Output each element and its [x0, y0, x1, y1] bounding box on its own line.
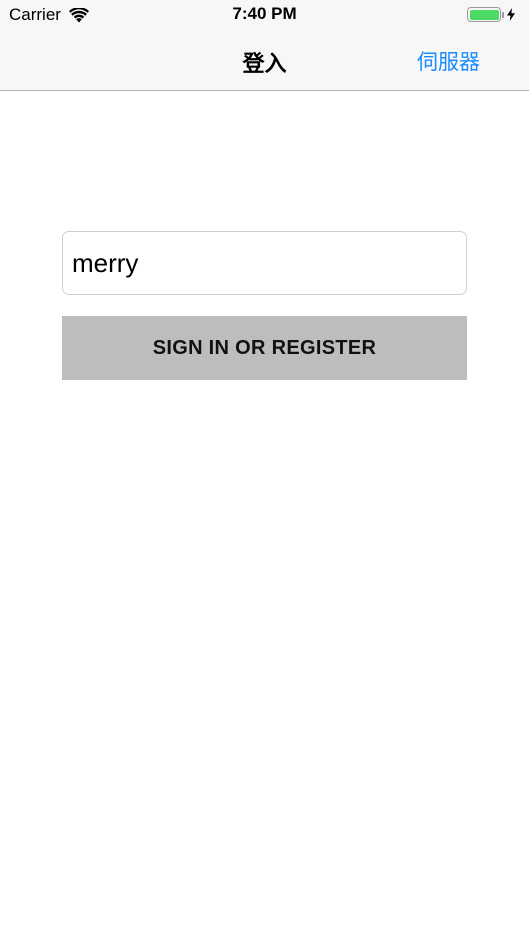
battery-level-fill — [469, 9, 499, 20]
username-input[interactable] — [72, 247, 457, 279]
status-time: 7:40 PM — [232, 4, 297, 23]
sign-in-or-register-button[interactable]: SIGN IN OR REGISTER — [62, 316, 467, 380]
username-field[interactable] — [62, 231, 467, 295]
server-button[interactable]: 伺服器 — [417, 46, 480, 76]
navigation-bar: 登入 伺服器 — [0, 30, 529, 91]
battery-body — [467, 7, 501, 22]
charging-bolt-icon — [507, 8, 515, 21]
status-bar: Carrier 7:40 PM — [0, 0, 529, 30]
battery-icon — [467, 7, 515, 22]
battery-cap — [502, 11, 504, 18]
